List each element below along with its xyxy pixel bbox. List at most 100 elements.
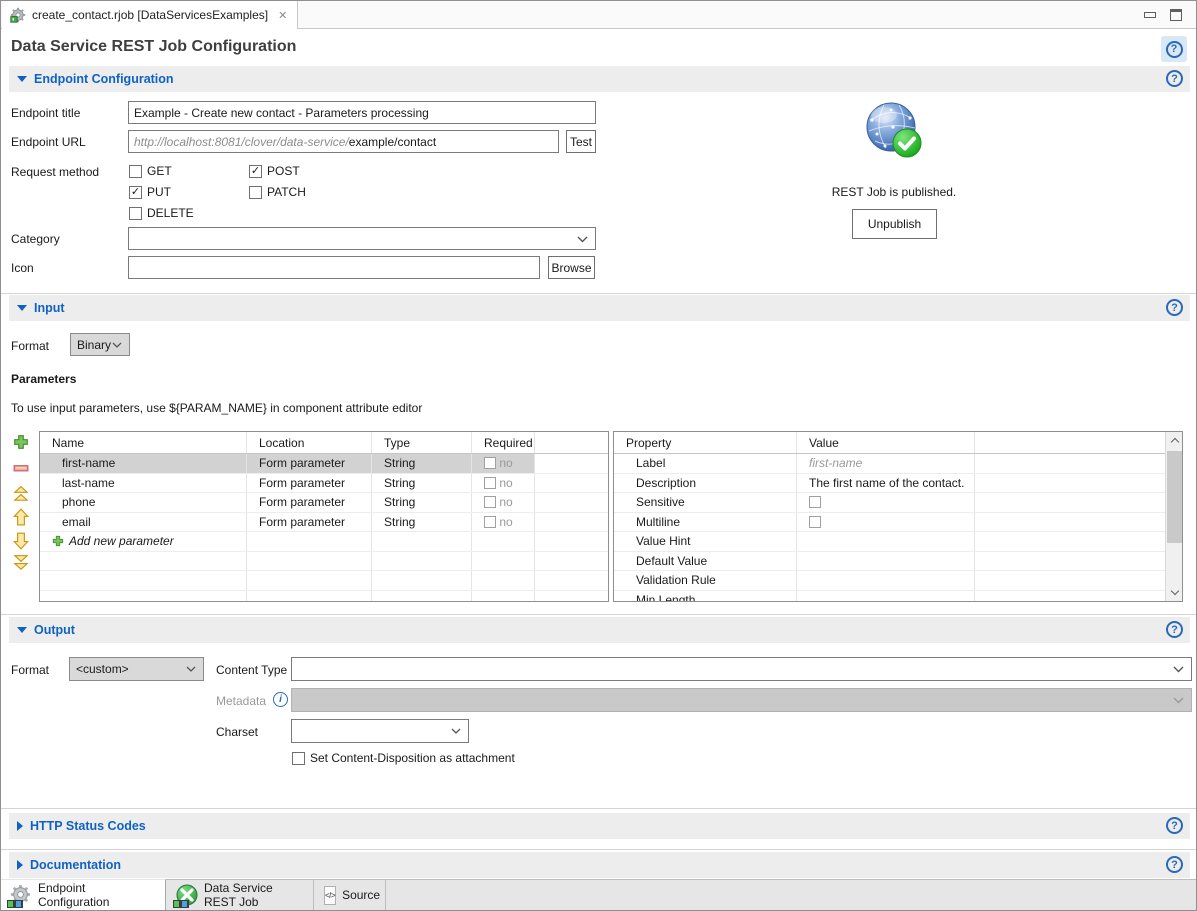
method-delete-checkbox[interactable]: DELETE bbox=[129, 206, 194, 220]
page-help-button[interactable]: ? bbox=[1161, 36, 1187, 62]
section-title: Input bbox=[34, 301, 65, 315]
property-row-multiline[interactable]: Multiline bbox=[614, 513, 1182, 533]
required-checkbox[interactable] bbox=[484, 477, 496, 489]
scroll-down-icon[interactable] bbox=[1166, 584, 1183, 601]
tab-label: Source bbox=[342, 888, 380, 902]
tab-data-service-rest-job[interactable]: Data Service REST Job bbox=[167, 880, 314, 910]
editor-tab-bar: create_contact.rjob [DataServicesExample… bbox=[1, 1, 1196, 29]
minimize-icon[interactable] bbox=[1144, 12, 1156, 18]
table-row-last-name[interactable]: last-name Form parameter String no bbox=[40, 474, 608, 494]
endpoint-url-suffix: example/contact bbox=[349, 135, 436, 149]
move-down-icon[interactable] bbox=[13, 532, 31, 550]
chevron-down-icon bbox=[451, 728, 461, 734]
move-top-icon[interactable] bbox=[13, 485, 31, 503]
vertical-scrollbar[interactable] bbox=[1165, 432, 1182, 601]
metadata-select-disabled bbox=[291, 688, 1192, 712]
remove-parameter-icon[interactable] bbox=[13, 460, 31, 478]
help-icon[interactable]: ? bbox=[1166, 856, 1183, 873]
endpoint-url-label: Endpoint URL bbox=[11, 135, 86, 149]
editor-tab[interactable]: create_contact.rjob [DataServicesExample… bbox=[2, 1, 298, 29]
input-format-select[interactable]: Binary bbox=[70, 333, 130, 356]
scrollbar-thumb[interactable] bbox=[1167, 451, 1182, 543]
info-icon[interactable]: i bbox=[273, 692, 288, 707]
section-documentation[interactable]: Documentation ? bbox=[9, 852, 1190, 878]
endpoint-title-input[interactable] bbox=[128, 101, 596, 124]
sensitive-checkbox[interactable] bbox=[809, 496, 821, 508]
required-checkbox[interactable] bbox=[484, 496, 496, 508]
charset-select[interactable] bbox=[291, 719, 469, 743]
chevron-down-icon bbox=[577, 236, 588, 243]
category-select[interactable] bbox=[128, 227, 596, 250]
parameter-properties-table: Property Value Label first-name Descript… bbox=[613, 431, 1183, 602]
window-controls bbox=[1144, 9, 1182, 21]
maximize-icon[interactable] bbox=[1170, 9, 1182, 21]
multiline-checkbox[interactable] bbox=[809, 516, 821, 528]
method-get-checkbox[interactable]: GET bbox=[129, 164, 172, 178]
expand-icon[interactable] bbox=[17, 860, 23, 870]
browse-button[interactable]: Browse bbox=[548, 256, 595, 279]
editor-tab-title: create_contact.rjob [DataServicesExample… bbox=[32, 8, 268, 22]
publish-status-block bbox=[794, 101, 994, 164]
section-title: Endpoint Configuration bbox=[34, 72, 174, 86]
add-icon bbox=[52, 535, 64, 547]
move-up-icon[interactable] bbox=[13, 508, 31, 526]
content-type-label: Content Type bbox=[216, 663, 287, 677]
method-patch-checkbox[interactable]: PATCH bbox=[249, 185, 306, 199]
property-row-default-value[interactable]: Default Value bbox=[614, 552, 1182, 572]
property-row-description[interactable]: Description The first name of the contac… bbox=[614, 474, 1182, 494]
output-format-select[interactable]: <custom> bbox=[69, 657, 204, 681]
rest-job-icon bbox=[176, 884, 198, 906]
parameters-table: Name Location Type Required first-name F… bbox=[39, 431, 609, 602]
tab-label: Data Service REST Job bbox=[204, 881, 304, 909]
publish-status-text: REST Job is published. bbox=[794, 185, 994, 199]
icon-input[interactable] bbox=[128, 256, 540, 279]
chevron-down-icon bbox=[112, 342, 122, 348]
tab-endpoint-configuration[interactable]: Endpoint Configuration bbox=[1, 879, 166, 910]
section-input[interactable]: Input ? bbox=[9, 295, 1190, 321]
help-icon[interactable]: ? bbox=[1166, 70, 1183, 87]
section-endpoint-configuration[interactable]: Endpoint Configuration ? bbox=[9, 66, 1190, 92]
rjob-file-icon bbox=[10, 7, 26, 23]
table-row-email[interactable]: email Form parameter String no bbox=[40, 513, 608, 533]
required-checkbox[interactable] bbox=[484, 516, 496, 528]
collapse-icon[interactable] bbox=[17, 627, 27, 633]
help-icon: ? bbox=[1166, 41, 1183, 58]
help-icon[interactable]: ? bbox=[1166, 817, 1183, 834]
collapse-icon[interactable] bbox=[17, 305, 27, 311]
endpoint-url-input[interactable]: http://localhost:8081/clover/data-servic… bbox=[128, 130, 559, 153]
content-type-select[interactable] bbox=[291, 657, 1192, 681]
editor-window: create_contact.rjob [DataServicesExample… bbox=[0, 0, 1197, 911]
page-title: Data Service REST Job Configuration bbox=[11, 38, 296, 56]
property-row-label[interactable]: Label first-name bbox=[614, 454, 1182, 474]
input-format-label: Format bbox=[11, 339, 49, 353]
collapse-icon[interactable] bbox=[17, 76, 27, 82]
scroll-up-icon[interactable] bbox=[1166, 432, 1183, 449]
table-row-first-name[interactable]: first-name Form parameter String no bbox=[40, 454, 608, 474]
property-row-sensitive[interactable]: Sensitive bbox=[614, 493, 1182, 513]
test-button[interactable]: Test bbox=[566, 130, 596, 153]
property-row-validation-rule[interactable]: Validation Rule bbox=[614, 571, 1182, 591]
output-format-label: Format bbox=[11, 663, 49, 677]
method-post-checkbox[interactable]: ✓POST bbox=[249, 164, 300, 178]
content-disposition-checkbox[interactable]: Set Content-Disposition as attachment bbox=[292, 751, 515, 765]
property-row-min-length[interactable]: Min Length bbox=[614, 591, 1182, 603]
move-bottom-icon[interactable] bbox=[13, 554, 31, 572]
icon-label: Icon bbox=[11, 261, 34, 275]
property-row-value-hint[interactable]: Value Hint bbox=[614, 532, 1182, 552]
table-row-phone[interactable]: phone Form parameter String no bbox=[40, 493, 608, 513]
help-icon[interactable]: ? bbox=[1166, 299, 1183, 316]
help-icon[interactable]: ? bbox=[1166, 621, 1183, 638]
close-icon[interactable]: ✕ bbox=[278, 9, 287, 22]
add-new-parameter-row[interactable]: Add new parameter bbox=[40, 532, 608, 552]
unpublish-button[interactable]: Unpublish bbox=[852, 209, 937, 239]
add-parameter-icon[interactable] bbox=[13, 434, 31, 452]
expand-icon[interactable] bbox=[17, 821, 23, 831]
section-title: Output bbox=[34, 623, 75, 637]
section-http-status-codes[interactable]: HTTP Status Codes ? bbox=[9, 813, 1190, 839]
tab-source[interactable]: </> Source bbox=[315, 880, 386, 910]
empty-row bbox=[40, 591, 608, 603]
method-put-checkbox[interactable]: ✓PUT bbox=[129, 185, 171, 199]
section-title: Documentation bbox=[30, 858, 121, 872]
required-checkbox[interactable] bbox=[484, 457, 496, 469]
section-output[interactable]: Output ? bbox=[9, 617, 1190, 643]
